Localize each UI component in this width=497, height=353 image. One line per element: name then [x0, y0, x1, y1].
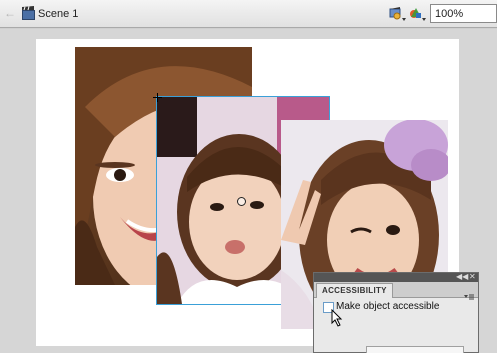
- edit-symbols-icon[interactable]: [388, 5, 408, 23]
- mouse-cursor-icon: [331, 308, 343, 327]
- scene-clapperboard-icon: [22, 6, 35, 20]
- back-arrow-icon[interactable]: ←: [4, 7, 16, 19]
- registration-point-icon: [153, 93, 162, 102]
- close-icon[interactable]: ✕: [469, 272, 476, 282]
- panel-text-field[interactable]: [366, 346, 464, 353]
- panel-menu-icon[interactable]: [464, 293, 474, 303]
- edit-scene-icon[interactable]: [408, 5, 428, 23]
- make-accessible-label: Make object accessible: [336, 301, 440, 312]
- tab-accessibility[interactable]: ACCESSIBILITY: [316, 283, 393, 298]
- panel-tab-bar: ACCESSIBILITY: [314, 282, 478, 300]
- transform-point-icon[interactable]: [237, 197, 246, 206]
- zoom-input[interactable]: [430, 4, 497, 23]
- collapse-icon[interactable]: ◀◀: [456, 272, 468, 282]
- edit-bar: ← Scene 1: [0, 0, 497, 28]
- panel-titlebar[interactable]: ◀◀ ✕: [314, 272, 478, 282]
- scene-name-label: Scene 1: [38, 8, 79, 20]
